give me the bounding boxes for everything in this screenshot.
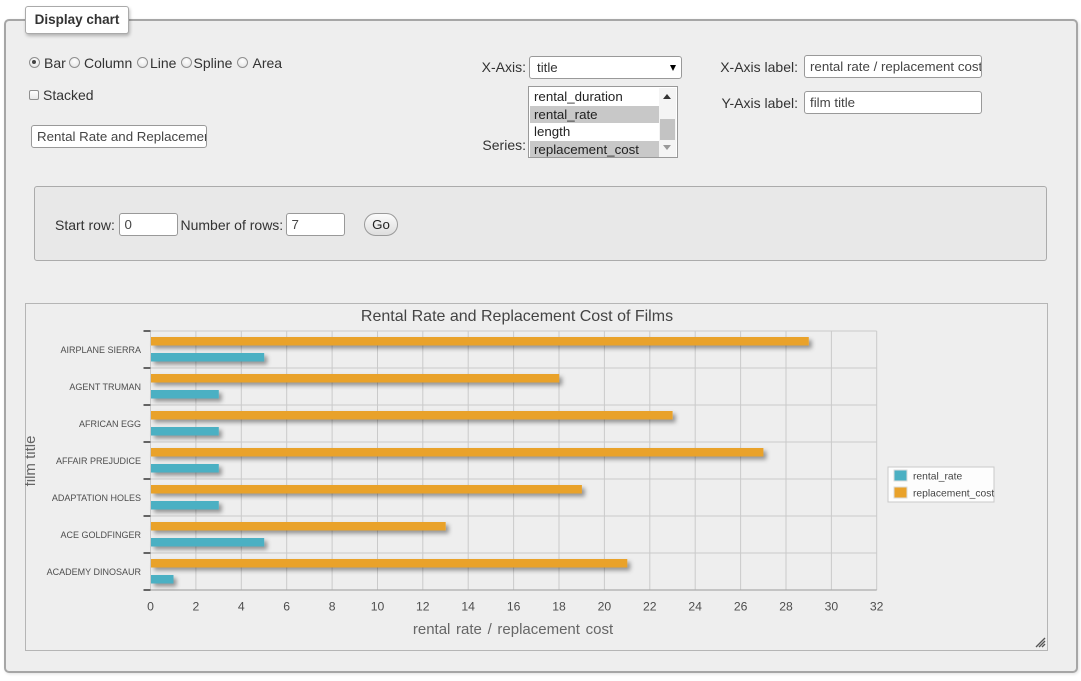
svg-text:AFFAIR PREJUDICE: AFFAIR PREJUDICE bbox=[56, 456, 141, 466]
svg-text:replacement_cost: replacement_cost bbox=[913, 489, 994, 500]
svg-text:6: 6 bbox=[283, 599, 290, 613]
svg-text:ACADEMY DINOSAUR: ACADEMY DINOSAUR bbox=[47, 567, 142, 577]
svg-text:Rental Rate and Replacement Co: Rental Rate and Replacement Cost of Film… bbox=[361, 308, 673, 325]
svg-text:rental rate / replacement cost: rental rate / replacement cost bbox=[413, 621, 614, 638]
svg-text:film title: film title bbox=[25, 436, 39, 487]
svg-text:4: 4 bbox=[238, 599, 245, 613]
svg-text:28: 28 bbox=[779, 599, 793, 613]
svg-text:AFRICAN EGG: AFRICAN EGG bbox=[79, 419, 141, 429]
svg-text:30: 30 bbox=[825, 599, 839, 613]
svg-text:8: 8 bbox=[329, 599, 336, 613]
svg-text:ACE GOLDFINGER: ACE GOLDFINGER bbox=[60, 530, 141, 540]
svg-text:AIRPLANE SIERRA: AIRPLANE SIERRA bbox=[60, 345, 141, 355]
svg-text:ADAPTATION HOLES: ADAPTATION HOLES bbox=[52, 493, 141, 503]
svg-text:18: 18 bbox=[552, 599, 566, 613]
svg-text:20: 20 bbox=[598, 599, 612, 613]
svg-text:26: 26 bbox=[734, 599, 748, 613]
svg-text:12: 12 bbox=[416, 599, 430, 613]
svg-text:32: 32 bbox=[870, 599, 884, 613]
svg-text:rental_rate: rental_rate bbox=[913, 472, 963, 483]
svg-text:10: 10 bbox=[371, 599, 385, 613]
svg-text:2: 2 bbox=[193, 599, 200, 613]
svg-text:16: 16 bbox=[507, 599, 521, 613]
svg-text:14: 14 bbox=[461, 599, 475, 613]
svg-text:22: 22 bbox=[643, 599, 657, 613]
svg-text:AGENT TRUMAN: AGENT TRUMAN bbox=[69, 382, 141, 392]
svg-text:24: 24 bbox=[688, 599, 702, 613]
svg-text:0: 0 bbox=[147, 599, 154, 613]
